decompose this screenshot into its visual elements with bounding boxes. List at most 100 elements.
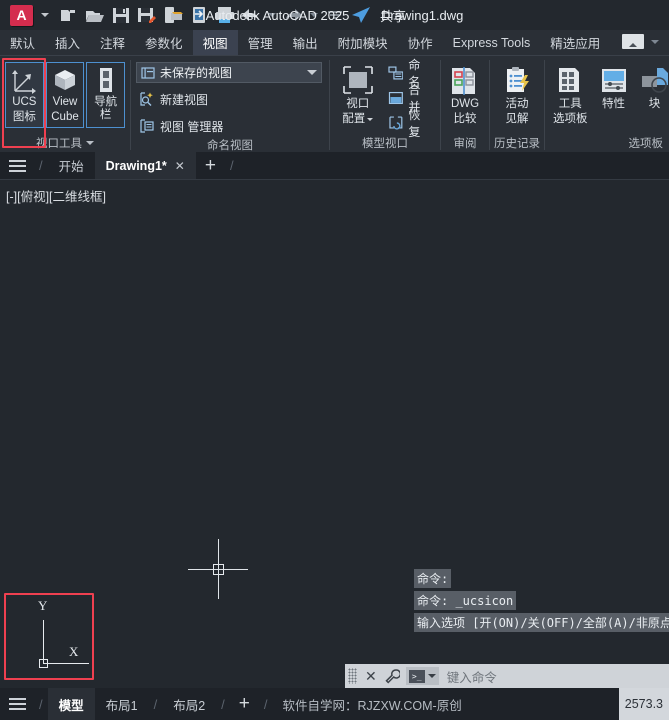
command-input-placeholder: 键入命令 [446, 670, 497, 685]
ribbon-tab-featured-apps[interactable]: 精选应用 [540, 30, 610, 55]
properties-button[interactable]: 特性 [596, 62, 632, 117]
panel-title-label: 模型视口 [362, 138, 408, 150]
ribbon-tab-label: 附加模块 [337, 37, 388, 51]
open-drawing-icon[interactable] [84, 4, 106, 26]
open-from-web-icon[interactable] [162, 4, 184, 26]
ucs-icon-button-label-1: UCS [12, 96, 37, 108]
new-view-button[interactable]: 新建视图 [136, 88, 211, 110]
named-view-combo[interactable]: 未保存的视图 [136, 62, 322, 83]
new-drawing-icon[interactable] [58, 4, 80, 26]
hamburger-icon-line [8, 159, 26, 162]
tab-separator: / [229, 158, 234, 173]
share-send-icon[interactable] [350, 4, 372, 26]
panel-title-model-viewports: 模型视口 [330, 134, 440, 152]
layout-tab-layout2[interactable]: 布局2 [162, 688, 216, 720]
tab-separator: / [153, 696, 158, 712]
command-bar-drag-handle[interactable] [348, 668, 357, 684]
layout-tab-layout1[interactable]: 布局1 [95, 688, 149, 720]
view-manager-button[interactable]: 视图 管理器 [136, 115, 226, 137]
layout-tab-model[interactable]: 模型 [47, 688, 95, 720]
save-to-web-icon[interactable] [188, 4, 210, 26]
terminal-icon: >_ [408, 669, 425, 683]
tool-palettes-icon [559, 68, 580, 92]
layout-menu-button[interactable] [0, 688, 34, 720]
dwg-compare-icon [452, 67, 475, 95]
activity-insights-button[interactable]: 活动 见解 [496, 62, 538, 130]
restore-viewport-icon [388, 116, 402, 130]
close-icon[interactable]: ✕ [175, 159, 185, 173]
cube-icon [55, 70, 75, 90]
navigation-bar-button[interactable]: 导航栏 [86, 62, 126, 129]
ucs-x-axis [43, 663, 89, 664]
ucs-icon-button[interactable]: UCS 图标 [5, 62, 44, 129]
coordinate-readout[interactable]: 2573.3 [618, 688, 669, 720]
undo-dropdown-icon[interactable] [268, 13, 276, 17]
ribbon-minimize-dropdown-icon[interactable] [651, 39, 659, 44]
ribbon-tab-parametric[interactable]: 参数化 [135, 30, 193, 55]
ribbon-tab-view[interactable]: 视图 [192, 30, 238, 55]
title-bar: A 共享 Autodesk AutoCAD 2025 Drawing1.dwg [0, 0, 669, 30]
new-tab-button[interactable]: + [196, 152, 225, 179]
redo-dropdown-icon[interactable] [310, 13, 318, 17]
command-input[interactable]: 键入命令 [439, 667, 669, 686]
drawing-canvas[interactable]: [-][俯视][二维线框] Y X 命令: 命令: _ucsicon 输入选项 … [0, 182, 669, 688]
panel-title-viewport-tools[interactable]: 视口工具 [0, 133, 130, 152]
viewcube-button[interactable]: View Cube [45, 62, 85, 129]
ribbon-tab-insert[interactable]: 插入 [45, 30, 90, 55]
ribbon-tab-express-tools[interactable]: Express Tools [443, 30, 541, 55]
ribbon: UCS 图标 View Cube 导航栏 视口工具 未保存的视图 新建视图 视图… [0, 56, 669, 152]
ribbon-minimize-icon[interactable] [622, 34, 644, 49]
ucs-axes-icon [12, 70, 37, 94]
dwg-compare-button[interactable]: DWG 比较 [446, 62, 484, 130]
ribbon-tab-manage[interactable]: 管理 [238, 30, 283, 55]
file-tab-start-label: 开始 [58, 160, 84, 174]
ribbon-tab-addins[interactable]: 附加模块 [328, 30, 398, 55]
ucs-x-label: X [69, 644, 79, 659]
application-menu-button[interactable]: A [10, 4, 33, 26]
named-viewport-icon [387, 66, 403, 80]
file-tab-start[interactable]: 开始 [48, 152, 95, 179]
ribbon-minimize-control[interactable] [622, 34, 663, 49]
panel-history: 活动 见解 历史记录 [490, 56, 544, 152]
plot-icon[interactable] [214, 4, 236, 26]
viewport-configuration-button[interactable]: 视口 配置 [335, 60, 381, 130]
viewport-config-icon [342, 66, 373, 94]
hamburger-icon-line [8, 708, 26, 710]
tab-separator: / [39, 696, 43, 712]
share-button[interactable]: 共享 [380, 6, 406, 25]
command-bar[interactable]: ✕ >_ 键入命令 [345, 664, 669, 688]
chevron-down-icon[interactable] [307, 70, 317, 75]
chevron-down-icon[interactable] [367, 118, 374, 122]
ribbon-tab-collaborate[interactable]: 协作 [398, 30, 443, 55]
hamburger-icon-line [8, 698, 26, 700]
file-tab-drawing1[interactable]: Drawing1* ✕ [94, 152, 196, 179]
file-tab-menu-button[interactable] [0, 152, 34, 179]
ribbon-tab-label: 协作 [407, 37, 433, 51]
chevron-down-icon[interactable] [427, 674, 436, 678]
redo-icon[interactable] [282, 4, 304, 26]
undo-icon[interactable] [240, 4, 262, 26]
ucs-y-axis [43, 620, 44, 664]
view-manager-icon [140, 119, 154, 133]
command-bar-close-icon[interactable]: ✕ [361, 668, 381, 685]
panel-expand-icon[interactable] [86, 140, 94, 145]
share-label: 共享 [380, 8, 407, 24]
blocks-label-1: 块 [648, 98, 661, 110]
command-bar-customize-icon[interactable] [381, 668, 404, 684]
hamburger-icon-line [8, 169, 26, 172]
save-icon[interactable] [110, 4, 132, 26]
command-prompt-selector[interactable]: >_ [405, 667, 439, 685]
quick-access-dropdown-icon[interactable] [41, 13, 49, 17]
plus-icon: + [238, 693, 250, 714]
ribbon-tab-annotate[interactable]: 注释 [90, 30, 135, 55]
dwg-compare-label-1: DWG [450, 98, 480, 110]
view-manager-button-label: 视图 管理器 [160, 119, 224, 134]
quick-access-more-icon[interactable] [324, 4, 346, 26]
ribbon-tab-default[interactable]: 默认 [0, 30, 45, 55]
blocks-button[interactable]: 块 [637, 62, 669, 117]
add-layout-button[interactable]: + [230, 688, 259, 720]
save-as-icon[interactable] [136, 4, 158, 26]
ribbon-tab-output[interactable]: 输出 [283, 30, 328, 55]
tool-palettes-button[interactable]: 工具 选项板 [550, 62, 591, 130]
viewport-restore-button[interactable]: 恢复 [385, 108, 435, 139]
